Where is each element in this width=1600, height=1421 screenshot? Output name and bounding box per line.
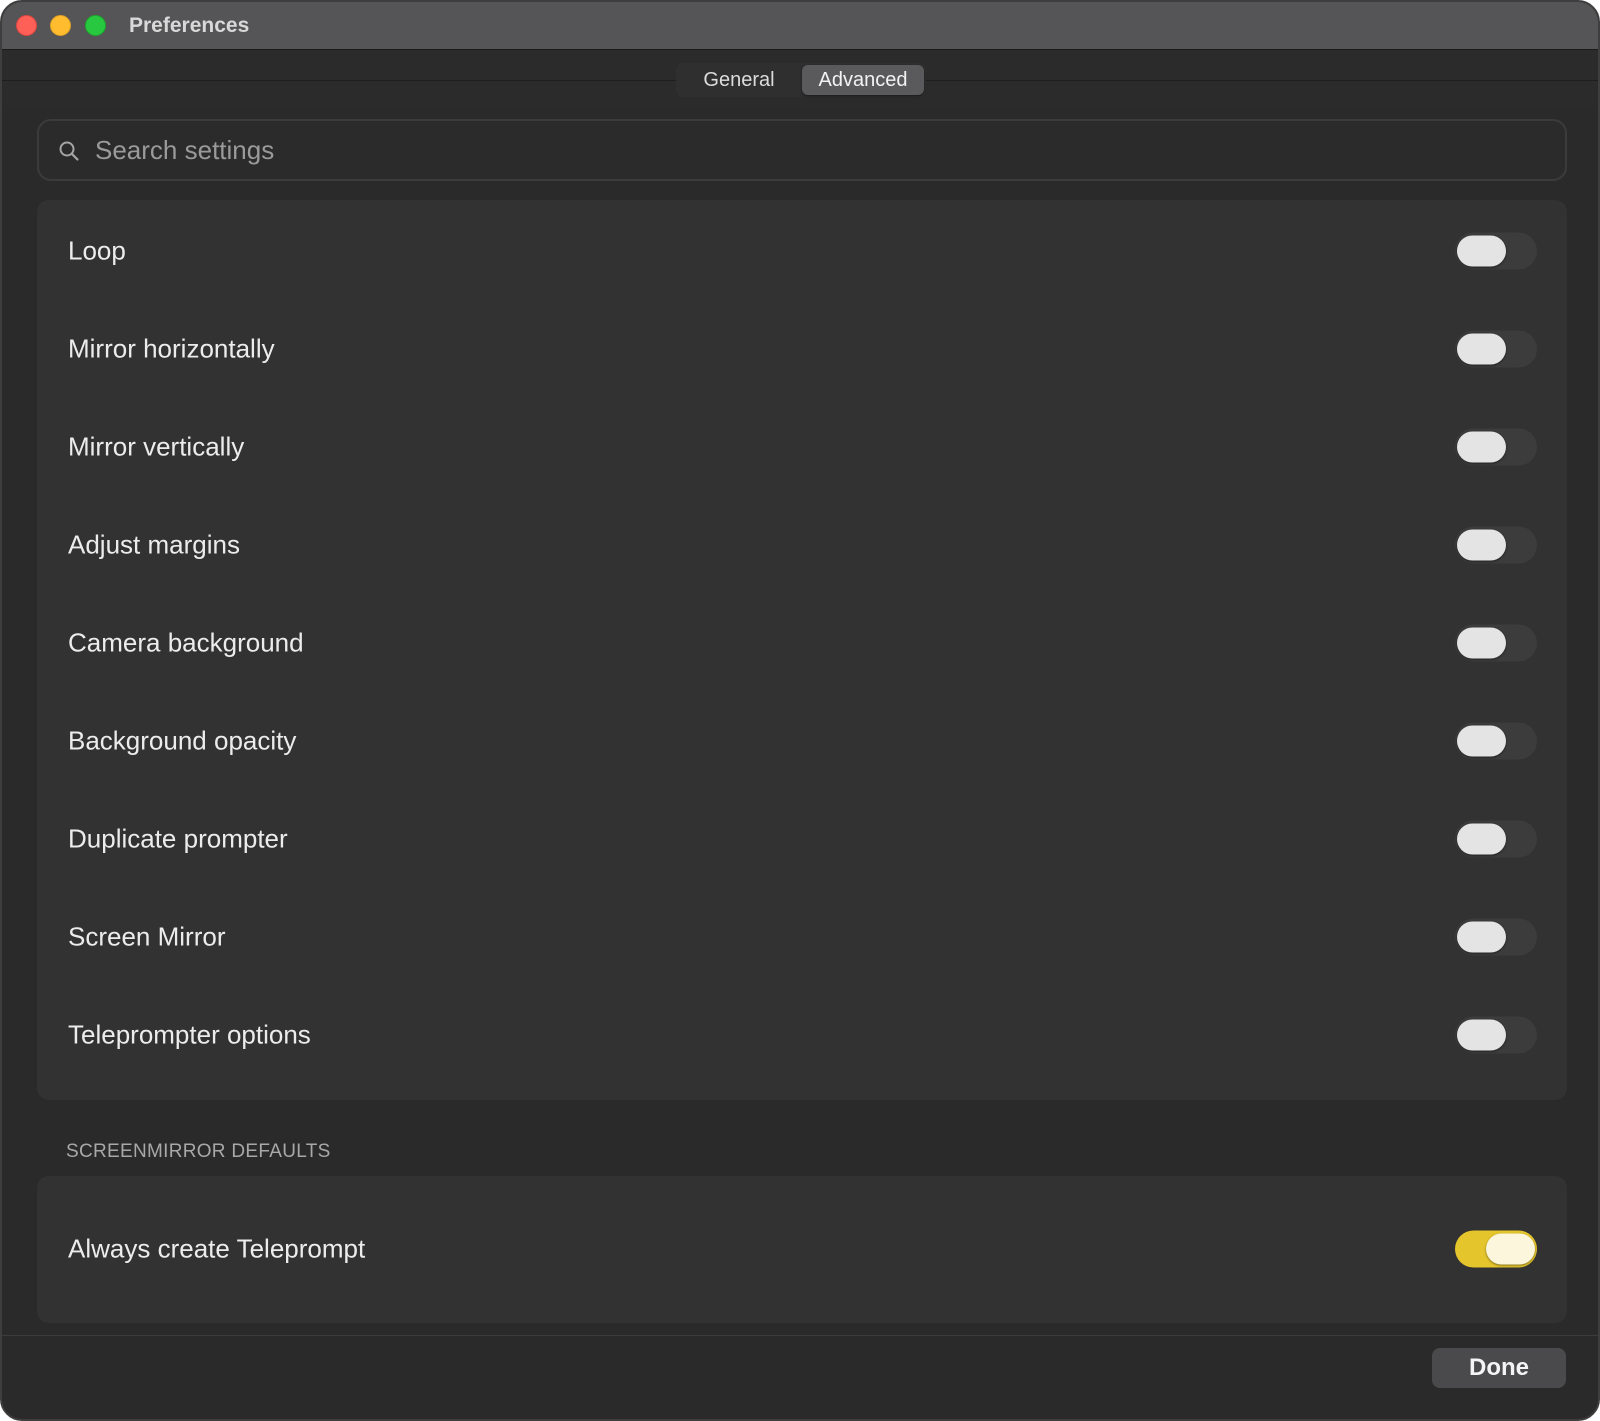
toggle-knob xyxy=(1457,333,1506,365)
setting-label: Adjust margins xyxy=(68,529,240,560)
toggle-knob xyxy=(1457,431,1506,463)
toggle-knob xyxy=(1457,725,1506,757)
camera-background-toggle[interactable] xyxy=(1455,624,1537,662)
setting-label: Mirror horizontally xyxy=(68,333,275,364)
setting-row-duplicate-prompter: Duplicate prompter xyxy=(37,790,1567,888)
setting-label: Teleprompter options xyxy=(68,1019,311,1050)
always-create-teleprompt-toggle[interactable] xyxy=(1455,1230,1537,1268)
toolbar: General Advanced xyxy=(2,50,1598,106)
minimize-window-button[interactable] xyxy=(50,15,71,36)
toggle-knob xyxy=(1457,921,1506,953)
setting-label: Always create Teleprompt xyxy=(68,1233,366,1264)
setting-label: Camera background xyxy=(68,627,304,658)
mirror-vertically-toggle[interactable] xyxy=(1455,428,1537,466)
preferences-window: Preferences General Advanced Loop Mirror… xyxy=(0,0,1600,1421)
title-bar[interactable]: Preferences xyxy=(2,2,1598,50)
toggle-knob xyxy=(1457,1019,1506,1051)
settings-group: Loop Mirror horizontally Mirror vertical… xyxy=(37,200,1567,1100)
setting-label: Loop xyxy=(68,235,126,266)
setting-row-always-create-teleprompt: Always create Teleprompt xyxy=(37,1200,1567,1298)
toggle-knob xyxy=(1457,823,1506,855)
setting-label: Screen Mirror xyxy=(68,921,226,952)
search-field[interactable] xyxy=(37,119,1567,181)
setting-row-camera-background: Camera background xyxy=(37,594,1567,692)
background-opacity-toggle[interactable] xyxy=(1455,722,1537,760)
setting-row-screen-mirror: Screen Mirror xyxy=(37,888,1567,986)
zoom-window-button[interactable] xyxy=(85,15,106,36)
loop-toggle[interactable] xyxy=(1455,232,1537,270)
tab-advanced[interactable]: Advanced xyxy=(802,65,924,95)
setting-row-teleprompter-options: Teleprompter options xyxy=(37,986,1567,1084)
toggle-knob xyxy=(1486,1233,1535,1265)
screen-mirror-toggle[interactable] xyxy=(1455,918,1537,956)
setting-row-adjust-margins: Adjust margins xyxy=(37,496,1567,594)
close-window-button[interactable] xyxy=(16,15,37,36)
adjust-margins-toggle[interactable] xyxy=(1455,526,1537,564)
toggle-knob xyxy=(1457,627,1506,659)
toggle-knob xyxy=(1457,235,1506,267)
setting-row-mirror-vertically: Mirror vertically xyxy=(37,398,1567,496)
tab-segmented-control: General Advanced xyxy=(676,63,926,97)
setting-label: Duplicate prompter xyxy=(68,823,288,854)
footer-divider xyxy=(2,1335,1598,1336)
toggle-knob xyxy=(1457,529,1506,561)
mirror-horizontally-toggle[interactable] xyxy=(1455,330,1537,368)
tab-general[interactable]: General xyxy=(678,65,800,95)
setting-label: Mirror vertically xyxy=(68,431,245,462)
setting-row-mirror-horizontally: Mirror horizontally xyxy=(37,300,1567,398)
duplicate-prompter-toggle[interactable] xyxy=(1455,820,1537,858)
search-icon xyxy=(59,141,79,161)
window-title: Preferences xyxy=(129,14,250,37)
setting-label: Background opacity xyxy=(68,725,297,756)
done-button[interactable]: Done xyxy=(1432,1348,1566,1388)
search-input[interactable] xyxy=(93,121,1533,179)
setting-row-loop: Loop xyxy=(37,202,1567,300)
section-header-screenmirror-defaults: SCREENMIRROR DEFAULTS xyxy=(66,1141,331,1162)
teleprompter-options-toggle[interactable] xyxy=(1455,1016,1537,1054)
screenmirror-defaults-group: Always create Teleprompt xyxy=(37,1176,1567,1323)
setting-row-background-opacity: Background opacity xyxy=(37,692,1567,790)
